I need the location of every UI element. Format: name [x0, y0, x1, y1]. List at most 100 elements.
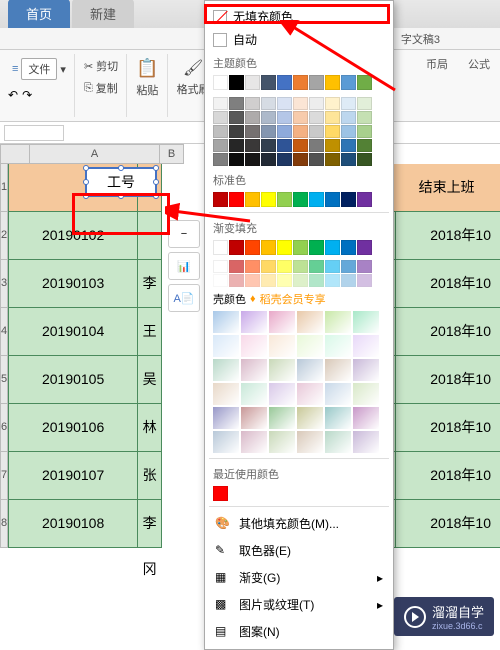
gradient-swatch[interactable] [297, 359, 323, 381]
more-fill-colors[interactable]: 🎨其他填充颜色(M)... [209, 510, 389, 537]
cell-reference-input[interactable] [4, 125, 64, 141]
gradient-swatch[interactable] [353, 311, 379, 333]
color-swatch[interactable] [261, 111, 276, 124]
color-swatch[interactable] [309, 139, 324, 152]
color-swatch[interactable] [229, 192, 244, 207]
color-swatch[interactable] [357, 260, 372, 273]
color-swatch[interactable] [261, 274, 276, 287]
color-swatch[interactable] [293, 125, 308, 138]
color-swatch[interactable] [293, 192, 308, 207]
color-swatch[interactable] [261, 153, 276, 166]
gradient-swatch[interactable] [297, 311, 323, 333]
gradient-swatch[interactable] [241, 383, 267, 405]
color-swatch[interactable] [325, 240, 340, 255]
color-swatch[interactable] [357, 75, 372, 90]
color-swatch[interactable] [341, 192, 356, 207]
cell-b7[interactable]: 张易 [138, 452, 162, 500]
color-swatch[interactable] [309, 97, 324, 110]
color-swatch[interactable] [213, 486, 228, 501]
color-swatch[interactable] [325, 75, 340, 90]
float-minus-button[interactable]: − [168, 220, 200, 248]
color-swatch[interactable] [325, 153, 340, 166]
color-swatch[interactable] [325, 192, 340, 207]
color-swatch[interactable] [213, 125, 228, 138]
eyedropper-option[interactable]: ✎取色器(E) [209, 537, 389, 564]
gradient-swatch[interactable] [213, 311, 239, 333]
gradient-swatch[interactable] [213, 359, 239, 381]
cell-a8[interactable]: 20190108 [8, 500, 138, 548]
color-swatch[interactable] [325, 139, 340, 152]
color-swatch[interactable] [293, 260, 308, 273]
color-swatch[interactable] [213, 153, 228, 166]
color-swatch[interactable] [277, 139, 292, 152]
gradient-swatch[interactable] [241, 335, 267, 357]
cell-a6[interactable]: 20190106 [8, 404, 138, 452]
gradient-swatch[interactable] [353, 383, 379, 405]
color-swatch[interactable] [341, 260, 356, 273]
color-swatch[interactable] [245, 111, 260, 124]
cell-a2[interactable]: 20190102 [8, 212, 138, 260]
color-swatch[interactable] [293, 75, 308, 90]
color-swatch[interactable] [277, 125, 292, 138]
redo-button[interactable]: ↷ [22, 88, 32, 102]
auto-color-option[interactable]: 自动 [209, 28, 389, 51]
color-swatch[interactable] [261, 240, 276, 255]
file-menu[interactable]: ≡ 文件 ▾ [8, 56, 70, 82]
cell-a3[interactable]: 20190103 [8, 260, 138, 308]
color-swatch[interactable] [213, 260, 228, 273]
color-swatch[interactable] [357, 139, 372, 152]
color-swatch[interactable] [357, 274, 372, 287]
color-swatch[interactable] [213, 75, 228, 90]
color-swatch[interactable] [213, 192, 228, 207]
gradient-swatch[interactable] [325, 407, 351, 429]
tab-home[interactable]: 首页 [8, 0, 70, 28]
selected-textbox[interactable]: 工号 [85, 167, 157, 197]
cell-d6[interactable]: 2018年10 [396, 404, 500, 452]
color-swatch[interactable] [277, 75, 292, 90]
color-swatch[interactable] [229, 125, 244, 138]
gradient-swatch[interactable] [325, 311, 351, 333]
gradient-swatch[interactable] [325, 431, 351, 453]
color-swatch[interactable] [245, 97, 260, 110]
color-swatch[interactable] [261, 125, 276, 138]
color-swatch[interactable] [309, 192, 324, 207]
row-header-3[interactable]: 3 [0, 260, 8, 308]
gradient-swatch[interactable] [297, 431, 323, 453]
gradient-swatch[interactable] [241, 407, 267, 429]
color-swatch[interactable] [245, 192, 260, 207]
paste-button[interactable]: 📋 粘贴 [132, 56, 162, 100]
ribbon-formula[interactable]: 公式 [460, 52, 498, 76]
color-swatch[interactable] [357, 125, 372, 138]
gradient-swatch[interactable] [325, 335, 351, 357]
color-swatch[interactable] [213, 111, 228, 124]
gradient-swatch[interactable] [269, 407, 295, 429]
color-swatch[interactable] [309, 75, 324, 90]
color-swatch[interactable] [229, 111, 244, 124]
cell-d5[interactable]: 2018年10 [396, 356, 500, 404]
gradient-swatch[interactable] [269, 335, 295, 357]
gradient-swatch[interactable] [213, 407, 239, 429]
color-swatch[interactable] [293, 153, 308, 166]
color-swatch[interactable] [341, 139, 356, 152]
color-swatch[interactable] [357, 97, 372, 110]
color-swatch[interactable] [245, 125, 260, 138]
cell-a5[interactable]: 20190105 [8, 356, 138, 404]
color-swatch[interactable] [277, 192, 292, 207]
color-swatch[interactable] [357, 153, 372, 166]
cell-b4[interactable]: 王霞 [138, 308, 162, 356]
gradient-swatch[interactable] [241, 359, 267, 381]
color-swatch[interactable] [341, 111, 356, 124]
color-swatch[interactable] [229, 260, 244, 273]
row-header-6[interactable]: 6 [0, 404, 8, 452]
row-header-1[interactable]: 1 [0, 164, 8, 212]
cell-d7[interactable]: 2018年10 [396, 452, 500, 500]
color-swatch[interactable] [213, 274, 228, 287]
color-swatch[interactable] [277, 153, 292, 166]
gradient-swatch[interactable] [213, 383, 239, 405]
row-header-2[interactable]: 2 [0, 212, 8, 260]
color-swatch[interactable] [341, 75, 356, 90]
cell-b2[interactable] [138, 212, 162, 260]
color-swatch[interactable] [309, 240, 324, 255]
row-header-5[interactable]: 5 [0, 356, 8, 404]
cell-a1[interactable]: 工号 [8, 164, 138, 212]
